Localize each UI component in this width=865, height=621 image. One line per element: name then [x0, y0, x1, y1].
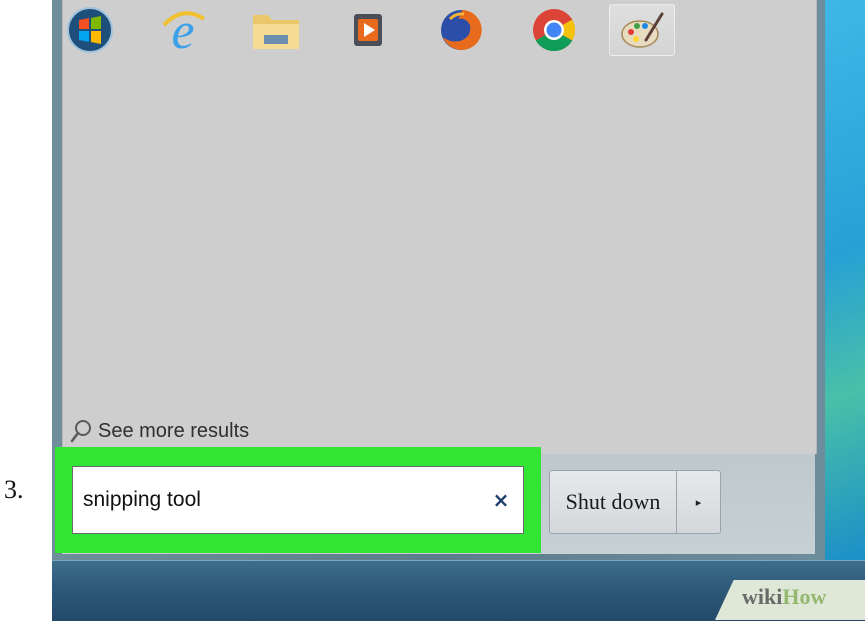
firefox-icon[interactable] [433, 4, 489, 56]
see-more-results-link[interactable]: See more results [70, 414, 249, 448]
shutdown-button[interactable]: Shut down [549, 470, 677, 534]
search-results-panel [62, 0, 817, 454]
clear-icon[interactable]: × [491, 488, 511, 512]
media-player-icon[interactable] [340, 4, 396, 56]
step-number: 3. [4, 475, 24, 504]
shutdown-options-arrow-icon[interactable]: ▸ [677, 470, 721, 534]
chrome-icon[interactable] [526, 4, 582, 56]
wikihow-watermark: wikiHow [742, 584, 826, 610]
see-more-results-label: See more results [98, 419, 250, 442]
watermark-part1: wiki [742, 584, 783, 609]
watermark-part2: How [782, 584, 827, 609]
search-input[interactable] [83, 467, 483, 533]
file-explorer-icon[interactable] [248, 4, 304, 56]
paint-icon[interactable] [609, 4, 675, 56]
search-box[interactable]: × [72, 466, 524, 534]
desktop-background [825, 0, 865, 560]
shutdown-control: Shut down ▸ [549, 470, 721, 534]
search-icon [70, 420, 91, 443]
internet-explorer-icon[interactable]: e [155, 4, 211, 56]
start-orb-icon[interactable] [62, 4, 118, 56]
